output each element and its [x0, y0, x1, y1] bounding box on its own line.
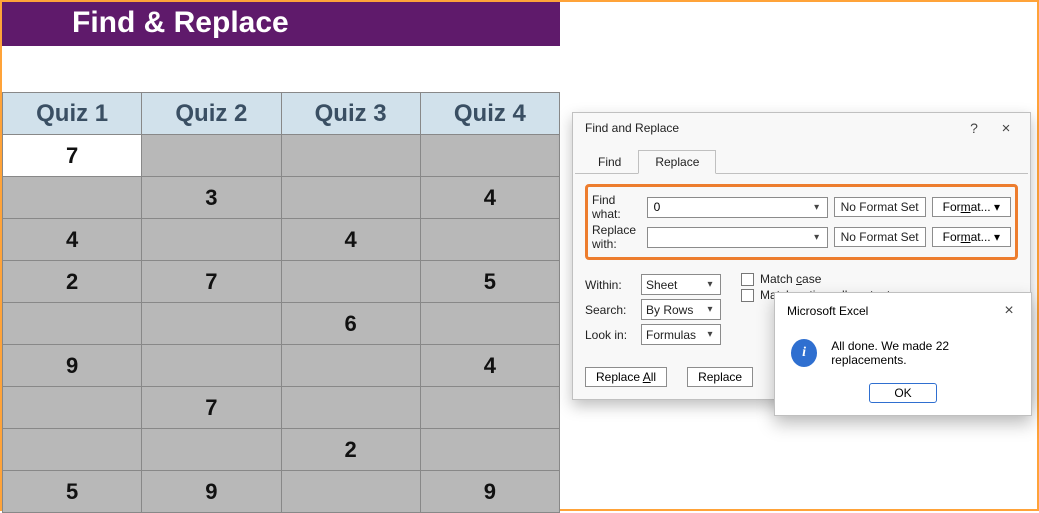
col-header: Quiz 1 — [3, 93, 142, 135]
find-format-preview: No Format Set — [834, 197, 926, 217]
table-row: 44 — [3, 219, 560, 261]
info-icon: i — [791, 339, 817, 367]
replace-format-button[interactable]: Format... ▾ — [932, 227, 1011, 247]
quiz-table: Quiz 1 Quiz 2 Quiz 3 Quiz 4 734442756947… — [2, 92, 560, 513]
cell[interactable] — [420, 303, 559, 345]
cell[interactable]: 9 — [142, 471, 281, 513]
replace-with-input[interactable] — [652, 229, 811, 245]
col-header: Quiz 3 — [281, 93, 420, 135]
replace-with-combo[interactable]: ▾ — [647, 227, 828, 248]
table-header-row: Quiz 1 Quiz 2 Quiz 3 Quiz 4 — [3, 93, 560, 135]
cell[interactable] — [3, 303, 142, 345]
cell[interactable] — [142, 303, 281, 345]
table-row: 34 — [3, 177, 560, 219]
within-label: Within: — [585, 278, 635, 292]
cell[interactable] — [420, 219, 559, 261]
search-value: By Rows — [646, 303, 704, 317]
close-button[interactable]: × — [990, 116, 1022, 140]
cell[interactable] — [3, 387, 142, 429]
cell[interactable] — [281, 345, 420, 387]
dialog-titlebar[interactable]: Find and Replace ? × — [573, 113, 1030, 145]
table-row: 7 — [3, 135, 560, 177]
cell[interactable]: 4 — [281, 219, 420, 261]
cell[interactable]: 2 — [3, 261, 142, 303]
close-button[interactable]: × — [993, 299, 1025, 323]
replace-format-preview: No Format Set — [834, 227, 926, 247]
cell[interactable]: 5 — [3, 471, 142, 513]
message-box-text: All done. We made 22 replacements. — [831, 339, 1015, 367]
table-row: 94 — [3, 345, 560, 387]
cell[interactable] — [3, 429, 142, 471]
cell[interactable] — [420, 135, 559, 177]
chevron-down-icon[interactable]: ▾ — [811, 202, 823, 213]
table-row: 27 5 — [3, 261, 560, 303]
find-what-combo[interactable]: ▾ — [647, 197, 828, 218]
cell[interactable] — [281, 471, 420, 513]
find-what-label: Find what: — [592, 193, 641, 221]
cell[interactable] — [142, 135, 281, 177]
find-what-input[interactable] — [652, 199, 811, 215]
help-button[interactable]: ? — [958, 116, 990, 140]
tab-find-label: Find — [598, 155, 621, 169]
cell[interactable]: 5 — [420, 261, 559, 303]
table-row: 599 — [3, 471, 560, 513]
cell[interactable]: 7 — [3, 135, 142, 177]
cell[interactable]: 7 — [142, 261, 281, 303]
chevron-down-icon[interactable]: ▾ — [704, 279, 716, 290]
table-row: 7 — [3, 387, 560, 429]
tab-replace-label: Replace — [655, 155, 699, 169]
search-select[interactable]: By Rows ▾ — [641, 299, 721, 320]
tab-find[interactable]: Find — [581, 150, 638, 174]
match-entire-checkbox[interactable] — [741, 289, 754, 302]
cell[interactable]: 2 — [281, 429, 420, 471]
cell[interactable]: 9 — [420, 471, 559, 513]
cell[interactable] — [281, 387, 420, 429]
lookin-select[interactable]: Formulas ▾ — [641, 324, 721, 345]
table-row: 2 — [3, 429, 560, 471]
replace-with-label: Replace with: — [592, 223, 641, 251]
chevron-down-icon[interactable]: ▾ — [704, 304, 716, 315]
within-value: Sheet — [646, 278, 704, 292]
replace-button[interactable]: Replace — [687, 367, 753, 387]
find-replace-fields-highlight: Find what: ▾ No Format Set Format... ▾ R… — [585, 184, 1018, 260]
tab-replace[interactable]: Replace — [638, 150, 716, 174]
cell[interactable]: 4 — [3, 219, 142, 261]
chevron-down-icon[interactable]: ▾ — [811, 232, 823, 243]
find-format-button[interactable]: Format... ▾ — [932, 197, 1011, 217]
cell[interactable] — [420, 429, 559, 471]
cell[interactable]: 4 — [420, 177, 559, 219]
cell[interactable] — [420, 387, 559, 429]
cell[interactable] — [142, 429, 281, 471]
message-box: Microsoft Excel × i All done. We made 22… — [774, 292, 1032, 416]
cell[interactable] — [142, 219, 281, 261]
col-header: Quiz 2 — [142, 93, 281, 135]
cell[interactable]: 4 — [420, 345, 559, 387]
match-case-checkbox[interactable] — [741, 273, 754, 286]
cell[interactable]: 9 — [3, 345, 142, 387]
lookin-value: Formulas — [646, 328, 704, 342]
cell[interactable]: 3 — [142, 177, 281, 219]
message-box-title: Microsoft Excel — [787, 304, 993, 318]
ok-button[interactable]: OK — [869, 383, 936, 403]
match-case-label: Match case — [760, 272, 821, 286]
table-row: 6 — [3, 303, 560, 345]
within-select[interactable]: Sheet ▾ — [641, 274, 721, 295]
col-header: Quiz 4 — [420, 93, 559, 135]
chevron-down-icon[interactable]: ▾ — [704, 329, 716, 340]
cell[interactable] — [281, 261, 420, 303]
cell[interactable] — [281, 177, 420, 219]
cell[interactable]: 6 — [281, 303, 420, 345]
cell[interactable] — [142, 345, 281, 387]
dialog-title: Find and Replace — [585, 121, 958, 135]
lookin-label: Look in: — [585, 328, 635, 342]
replace-all-button[interactable]: Replace All — [585, 367, 667, 387]
page-title: Find & Replace — [2, 2, 560, 46]
cell[interactable] — [3, 177, 142, 219]
search-label: Search: — [585, 303, 635, 317]
cell[interactable]: 7 — [142, 387, 281, 429]
cell[interactable] — [281, 135, 420, 177]
